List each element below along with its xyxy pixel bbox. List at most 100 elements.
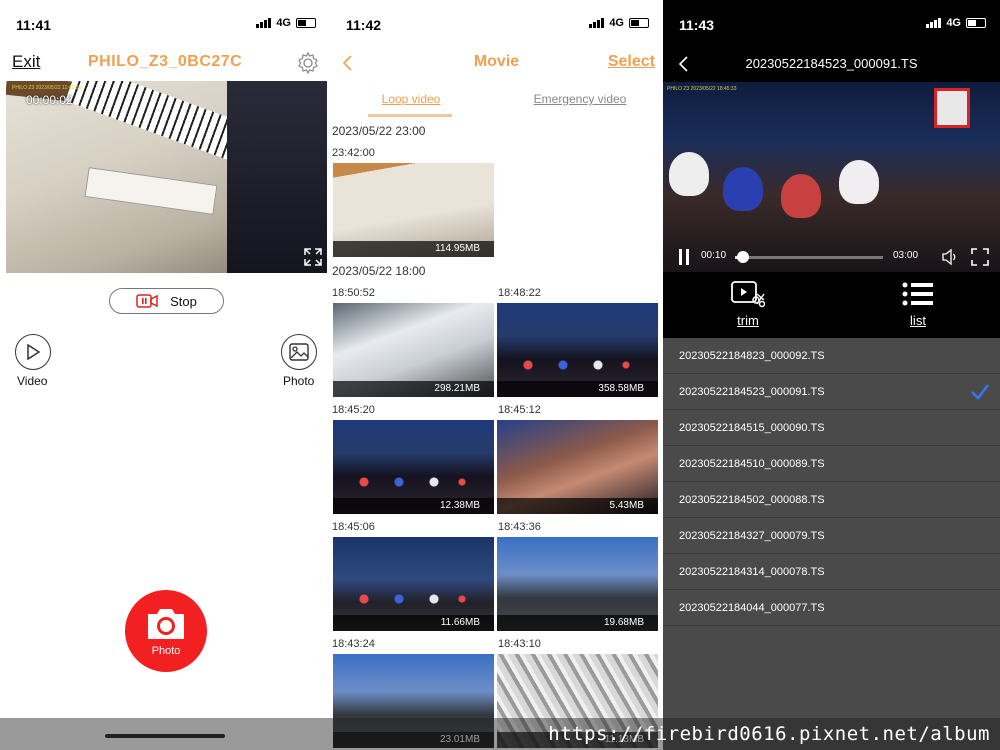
image-icon: [289, 343, 309, 361]
file-list-item[interactable]: 20230522184502_000088.TS: [663, 482, 1000, 518]
record-timer: 00:00:02: [26, 93, 73, 107]
clip-time: 18:43:10: [498, 638, 541, 650]
battery-icon: [629, 18, 649, 28]
trim-label: trim: [737, 313, 759, 328]
exit-button[interactable]: Exit: [12, 52, 40, 72]
tab-emergency-video[interactable]: Emergency video: [520, 92, 640, 106]
file-list-item[interactable]: 20230522184314_000078.TS: [663, 554, 1000, 590]
clip-time: 18:43:36: [498, 521, 541, 533]
movie-list-screen: 11:42 4G Movie Select Loop video Emergen…: [330, 0, 663, 750]
battery-icon: [966, 18, 986, 28]
clip-thumbnail[interactable]: 358.58MB: [497, 303, 658, 397]
watermark-url: https://firebird0616.pixnet.net/album: [0, 718, 1000, 750]
file-list-item[interactable]: 20230522184510_000089.TS: [663, 446, 1000, 482]
progress-handle[interactable]: [737, 251, 750, 263]
preview-osd: PHILO Z3 2023/05/22 11:41:05: [12, 85, 82, 91]
file-list-item[interactable]: 20230522184327_000079.TS: [663, 518, 1000, 554]
group-date: 2023/05/22 23:00: [332, 124, 426, 138]
shutter-label: Photo: [151, 644, 181, 657]
clip-time: 18:45:20: [332, 404, 375, 416]
file-list: 20230522184823_000092.TS 20230522184523_…: [663, 338, 1000, 750]
clip-size: 11.66MB: [333, 615, 494, 631]
group-date: 2023/05/22 18:00: [332, 264, 426, 278]
status-bar: 11:41 4G: [0, 0, 330, 44]
file-name: 20230522184044_000077.TS: [679, 602, 825, 614]
take-photo-button[interactable]: Photo: [125, 590, 207, 672]
file-list-item[interactable]: 20230522184515_000090.TS: [663, 410, 1000, 446]
play-icon: [27, 344, 40, 360]
device-name: PHILO_Z3_0BC27C: [88, 53, 243, 70]
fullscreen-icon[interactable]: [971, 248, 989, 266]
video-label: Video: [17, 374, 48, 388]
file-name: 20230522184523_000091.TS: [679, 386, 825, 398]
clip-thumbnail[interactable]: 298.21MB: [333, 303, 494, 397]
list-label: list: [910, 313, 926, 328]
trim-icon: [731, 281, 766, 308]
player-header: 11:43 4G 20230522184523_000091.TS: [663, 0, 1000, 82]
clip-time: 18:45:06: [332, 521, 375, 533]
clip-size: 298.21MB: [333, 381, 494, 397]
file-name: 20230522184823_000092.TS: [679, 350, 825, 362]
photo-gallery-button[interactable]: [281, 334, 317, 370]
status-time: 11:42: [346, 17, 382, 33]
clip-time: 23:42:00: [332, 147, 375, 159]
camera-icon: [148, 608, 184, 639]
video-button[interactable]: [15, 334, 51, 370]
signal-icon: [926, 18, 942, 28]
clip-size: 358.58MB: [497, 381, 658, 397]
player-title: 20230522184523_000091.TS: [745, 56, 918, 71]
clip-thumbnail[interactable]: 12.38MB: [333, 420, 494, 514]
clip-time: 18:45:12: [498, 404, 541, 416]
clip-thumbnail[interactable]: 19.68MB: [497, 537, 658, 631]
clip-size: 12.38MB: [333, 498, 494, 514]
select-button[interactable]: Select: [608, 53, 655, 71]
stop-label: Stop: [170, 293, 197, 309]
network-label: 4G: [609, 17, 624, 29]
active-tab-indicator: [368, 114, 452, 117]
tab-loop-video[interactable]: Loop video: [370, 92, 452, 106]
signal-icon: [256, 18, 272, 28]
list-button[interactable]: list: [888, 280, 948, 328]
stop-recording-button[interactable]: Stop: [109, 288, 224, 314]
battery-icon: [296, 18, 316, 28]
clip-size: 114.95MB: [333, 241, 494, 257]
file-name: 20230522184515_000090.TS: [679, 422, 825, 434]
status-bar: 11:43 4G: [663, 0, 1000, 44]
fullscreen-icon[interactable]: [303, 247, 323, 267]
live-view-screen: 11:41 4G Exit PHILO_Z3_0BC27C PHILO Z3 2…: [0, 0, 330, 750]
record-stop-icon: [136, 294, 158, 308]
signal-icon: [589, 18, 605, 28]
file-list-item[interactable]: 20230522184523_000091.TS: [663, 374, 1000, 410]
file-name: 20230522184314_000078.TS: [679, 566, 825, 578]
network-label: 4G: [276, 17, 291, 29]
checkmark-icon: [971, 384, 989, 400]
file-list-item[interactable]: 20230522184823_000092.TS: [663, 338, 1000, 374]
clip-thumbnail[interactable]: 5.43MB: [497, 420, 658, 514]
file-name: 20230522184327_000079.TS: [679, 530, 825, 542]
clip-thumbnail[interactable]: 11.66MB: [333, 537, 494, 631]
clip-thumbnail[interactable]: 114.95MB: [333, 163, 494, 257]
preview-osd: PHILO Z3 2023/05/22 18:45:33: [667, 86, 737, 92]
settings-gear-icon[interactable]: [296, 51, 320, 75]
clip-time: 18:43:24: [332, 638, 375, 650]
pause-icon[interactable]: [677, 248, 691, 266]
clip-time: 18:48:22: [498, 287, 541, 299]
network-label: 4G: [946, 17, 961, 29]
live-preview[interactable]: PHILO Z3 2023/05/22 11:41:05 00:00:02: [6, 81, 327, 273]
trim-button[interactable]: trim: [718, 280, 778, 328]
clip-time: 18:50:52: [332, 287, 375, 299]
volume-icon[interactable]: [941, 248, 959, 266]
video-player-screen: 11:43 4G 20230522184523_000091.TS PHILO …: [663, 0, 1000, 750]
file-list-item[interactable]: 20230522184044_000077.TS: [663, 590, 1000, 626]
status-bar: 11:42 4G: [330, 0, 663, 44]
current-time: 00:10: [701, 250, 727, 261]
playback-controls: 00:10 03:00: [663, 240, 1000, 272]
status-time: 11:41: [16, 17, 52, 33]
file-name: 20230522184502_000088.TS: [679, 494, 825, 506]
progress-track[interactable]: [735, 256, 883, 259]
list-icon: [902, 282, 933, 306]
status-time: 11:43: [679, 17, 715, 33]
player-toolbar: trim list: [663, 272, 1000, 338]
total-time: 03:00: [893, 250, 919, 261]
photo-label: Photo: [283, 374, 315, 388]
